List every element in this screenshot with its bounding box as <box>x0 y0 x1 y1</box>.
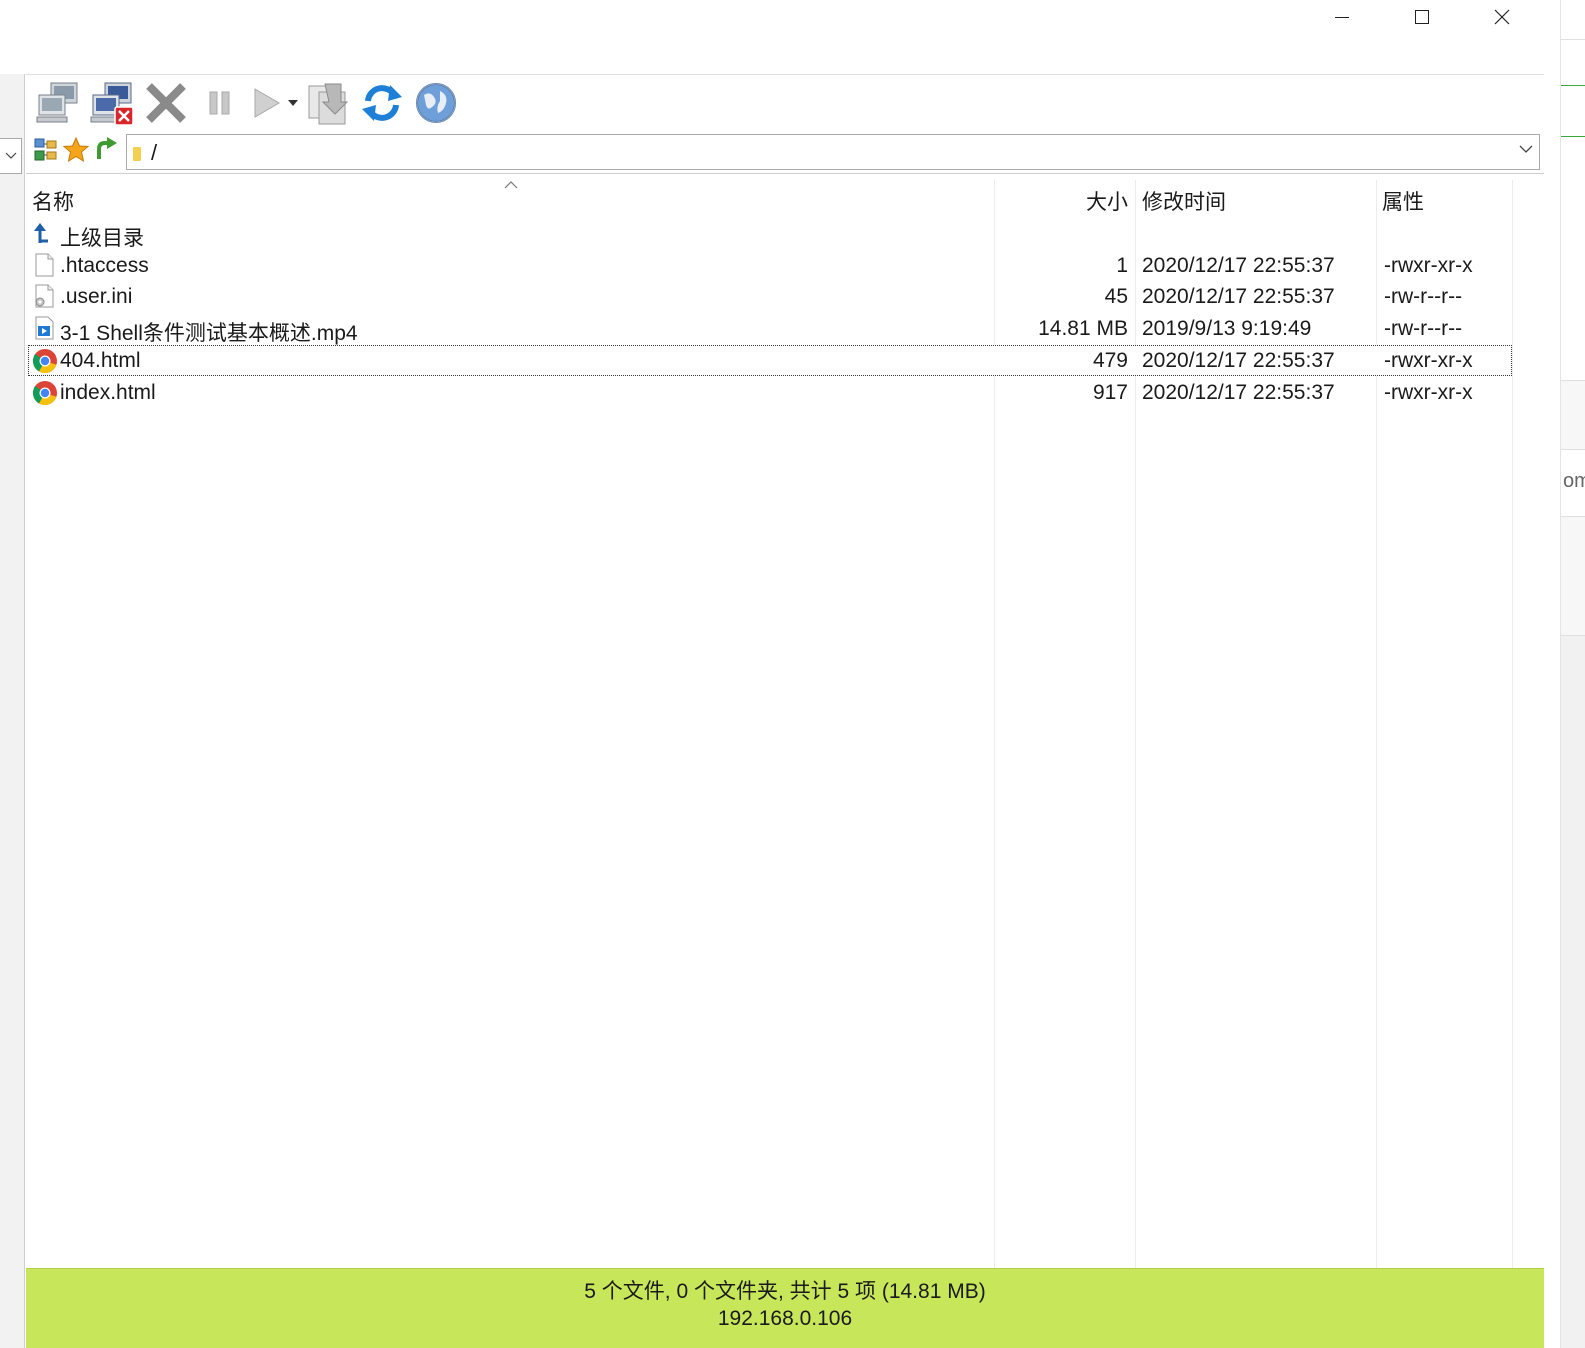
file-name: 404.html <box>60 348 141 372</box>
start-dropdown-button[interactable] <box>284 77 302 129</box>
site-tree-button[interactable] <box>32 136 60 164</box>
file-attributes: -rwxr-xr-x <box>1384 380 1473 404</box>
close-button[interactable] <box>1462 0 1542 34</box>
column-header-name[interactable]: 名称 <box>32 186 74 216</box>
path-text: / <box>151 140 158 165</box>
blank-file-icon <box>32 253 56 277</box>
file-row[interactable]: index.html 917 2020/12/17 22:55:37 -rwxr-xr… <box>28 377 1512 408</box>
status-host: 192.168.0.106 <box>717 1307 853 1330</box>
favorites-button[interactable] <box>62 136 90 164</box>
star-icon <box>63 137 89 163</box>
file-name: index.html <box>60 380 156 404</box>
video-file-icon <box>32 316 56 340</box>
file-row[interactable]: 404.html 479 2020/12/17 22:55:37 -rwxr-xr-x <box>28 344 1512 376</box>
start-button[interactable] <box>248 77 284 129</box>
address-bar-row: / <box>26 130 1544 174</box>
file-attributes: -rw-r--r-- <box>1384 285 1463 309</box>
connect-button[interactable] <box>32 77 84 129</box>
status-summary: 5 个文件, 0 个文件夹, 共计 5 项 (14.81 MB) <box>584 1280 986 1303</box>
file-size: 14.81 MB <box>1038 317 1128 341</box>
connect-icon <box>36 82 78 122</box>
play-icon <box>254 87 280 118</box>
settings-file-icon <box>32 284 56 308</box>
disconnect-button[interactable] <box>86 77 138 129</box>
maximize-button[interactable] <box>1382 0 1462 34</box>
chrome-html-icon <box>32 380 57 405</box>
file-size: 45 <box>1104 285 1128 309</box>
file-size: 479 <box>1092 348 1128 372</box>
minimize-icon <box>1335 17 1349 18</box>
parent-dir-icon <box>32 221 56 245</box>
file-name: .user.ini <box>60 285 133 309</box>
cancel-button[interactable] <box>140 77 192 129</box>
file-row[interactable]: .htaccess 1 2020/12/17 22:55:37 -rwxr-xr-x <box>28 250 1512 281</box>
file-mtime: 2019/9/13 9:19:49 <box>1142 317 1312 341</box>
folder-icon <box>133 147 141 161</box>
background-window-strip: om <box>1560 0 1585 1348</box>
column-header-mtime[interactable]: 修改时间 <box>1142 186 1226 216</box>
file-mtime: 2020/12/17 22:55:37 <box>1142 253 1335 277</box>
file-list[interactable]: 名称 大小 修改时间 属性 上级目录 .htaccess 1 2020/12/17 2… <box>26 180 1544 1268</box>
file-size: 1 <box>1116 253 1128 277</box>
left-pane-edge <box>0 74 25 1348</box>
file-name: 3-1 Shell条件测试基本概述.mp4 <box>60 322 358 346</box>
file-attributes: -rw-r--r-- <box>1384 317 1463 341</box>
file-size: 917 <box>1092 380 1128 404</box>
toolbar <box>26 74 1544 130</box>
background-text: om <box>1563 470 1585 492</box>
chevron-down-icon <box>5 152 16 159</box>
file-name: .htaccess <box>60 253 149 277</box>
close-icon <box>1494 9 1510 25</box>
chrome-html-icon <box>32 348 57 373</box>
file-row[interactable]: .user.ini 45 2020/12/17 22:55:37 -rw-r--r-- <box>28 281 1512 312</box>
column-header-size[interactable]: 大小 <box>1086 186 1128 216</box>
refresh-icon <box>362 84 402 121</box>
left-dropdown-button[interactable] <box>0 138 22 174</box>
file-mtime: 2020/12/17 22:55:37 <box>1142 348 1335 372</box>
chevron-down-icon[interactable] <box>1519 144 1533 154</box>
file-mtime: 2020/12/17 22:55:37 <box>1142 380 1335 404</box>
file-attributes: -rwxr-xr-x <box>1384 253 1473 277</box>
path-input[interactable]: / <box>126 134 1540 170</box>
disconnect-icon <box>90 82 134 125</box>
up-arrow-green-icon <box>97 137 117 159</box>
directory-tree-icon <box>34 138 57 161</box>
pause-button[interactable] <box>194 77 246 129</box>
file-mtime: 2020/12/17 22:55:37 <box>1142 285 1335 309</box>
sort-ascending-icon <box>504 181 518 189</box>
ftp-client-window: om / 名称 大小 修改时间 属性 上级目录 .htaccess 1 2020… <box>0 0 1585 1348</box>
column-header-attr[interactable]: 属性 <box>1382 186 1424 216</box>
cancel-x-icon <box>146 82 186 123</box>
transfer-queue-icon <box>308 83 349 124</box>
parent-directory-row[interactable]: 上级目录 <box>28 218 1512 250</box>
minimize-button[interactable] <box>1302 0 1382 34</box>
file-row[interactable]: 3-1 Shell条件测试基本概述.mp4 14.81 MB 2019/9/13 9… <box>28 313 1512 346</box>
transfer-queue-button[interactable] <box>302 77 354 129</box>
globe-icon <box>416 82 456 123</box>
refresh-button[interactable] <box>356 77 408 129</box>
go-parent-button[interactable] <box>92 136 120 164</box>
status-bar: 5 个文件, 0 个文件夹, 共计 5 项 (14.81 MB) 192.168… <box>26 1268 1544 1348</box>
play-dropdown-icon <box>288 99 298 106</box>
file-attributes: -rwxr-xr-x <box>1384 348 1473 372</box>
file-name: 上级目录 <box>60 227 144 250</box>
browser-button[interactable] <box>410 77 462 129</box>
pause-icon <box>209 91 230 114</box>
maximize-icon <box>1415 10 1429 24</box>
